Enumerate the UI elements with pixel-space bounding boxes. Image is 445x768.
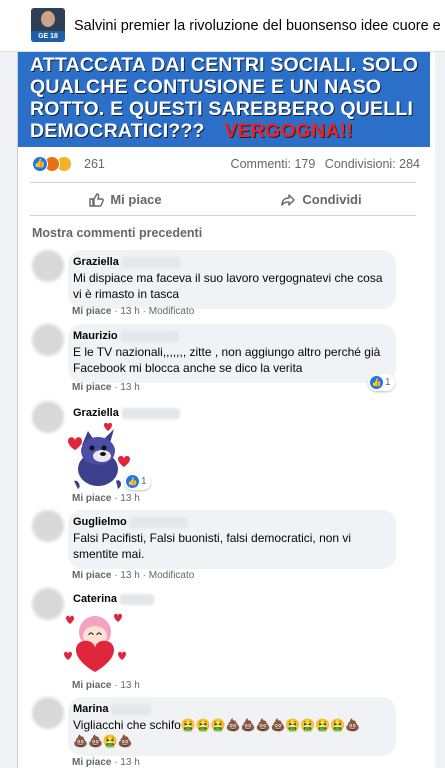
show-previous-comments-link[interactable]: Mostra commenti precedenti (32, 226, 202, 240)
commenter-avatar[interactable] (32, 324, 64, 356)
reaction-count[interactable]: 261 (84, 157, 105, 171)
comment-bubble: Maurizio E le TV nazionali,,,,,,, zitte … (68, 324, 396, 383)
like-icon: 👍 (32, 156, 48, 172)
comment-like-link[interactable]: Mi piace (72, 493, 111, 504)
like-icon: 👍 (370, 376, 383, 389)
meta-sep: · (114, 570, 118, 581)
meta-sep: · (114, 493, 118, 504)
avatar-face (41, 11, 55, 27)
commenter-name-row: Marina (73, 703, 386, 715)
commenter-name[interactable]: Graziella (73, 407, 119, 419)
commenter-name-row: Graziella (73, 407, 180, 419)
comment-like-badge[interactable]: 👍 1 (368, 374, 395, 391)
commenter-name[interactable]: Maurizio (73, 330, 118, 342)
share-arrow-icon (281, 193, 296, 206)
commenter-avatar[interactable] (32, 250, 64, 282)
comment-text-line-2: 💩💩🤮💩 (73, 734, 133, 748)
blurred-surname (120, 593, 155, 605)
banner-line-4: DEMOCRATICI??? VERGOGNA!! (30, 120, 420, 142)
comment-like-link[interactable]: Mi piace (72, 306, 111, 317)
comment-time[interactable]: 13 h (120, 570, 139, 581)
comments-count[interactable]: Commenti: 179 (231, 157, 316, 171)
commenter-name-row: Maurizio (73, 330, 386, 342)
post-image-banner[interactable]: ATTACCATA DAI CENTRI SOCIALI. SOLO QUALC… (18, 52, 430, 147)
banner-line-4-prefix: DEMOCRATICI??? (30, 120, 205, 142)
comment-like-badge[interactable]: 👍 1 (124, 473, 151, 490)
comment-like-link[interactable]: Mi piace (72, 570, 111, 581)
thumbs-up-icon (89, 192, 105, 207)
comment-time[interactable]: 13 h (120, 493, 139, 504)
comment-meta: Mi piace · 13 h (72, 493, 140, 504)
shares-count[interactable]: Condivisioni: 284 (325, 157, 420, 171)
blurred-surname (121, 256, 180, 268)
meta-sep: · (114, 382, 118, 393)
post-header: GE 18 Salvini premier la rivoluzione del… (0, 0, 445, 52)
comment-meta: Mi piace · 13 h (72, 680, 140, 691)
like-button[interactable]: Mi piace (30, 183, 220, 216)
like-count: 1 (141, 476, 147, 487)
meta-sep: · (114, 680, 118, 691)
wolf-heart-sticker (68, 423, 130, 489)
comment-like-link[interactable]: Mi piace (72, 680, 111, 691)
comment-time[interactable]: 13 h (120, 757, 139, 768)
commenter-name-row: Guglielmo (73, 516, 386, 528)
comment-time[interactable]: 13 h (120, 680, 139, 691)
commenter-avatar[interactable] (32, 401, 64, 433)
comment-meta: Mi piace · 13 h · Modificato (72, 306, 194, 317)
comment-like-link[interactable]: Mi piace (72, 382, 111, 393)
commenter-name[interactable]: Guglielmo (73, 516, 127, 528)
comment-time[interactable]: 13 h (120, 306, 139, 317)
commenter-name[interactable]: Caterina (73, 593, 117, 605)
commenter-name[interactable]: Graziella (73, 256, 119, 268)
meta-sep: · (114, 306, 118, 317)
comment-edited: Modificato (148, 306, 195, 317)
comment-like-link[interactable]: Mi piace (72, 757, 111, 768)
page-title[interactable]: Salvini premier la rivoluzione del buons… (74, 18, 445, 34)
like-icon: 👍 (126, 475, 139, 488)
comment-edited: Modificato (148, 570, 195, 581)
commenter-name-row: Caterina (73, 593, 155, 605)
meta-sep: · (142, 306, 146, 317)
comment-text: Mi dispiace ma faceva il suo lavoro verg… (73, 271, 383, 301)
comment-text: Falsi Pacifisti, Falsi buonisti, falsi d… (73, 531, 352, 561)
comment-meta: Mi piace · 13 h (72, 757, 140, 768)
blurred-surname (129, 516, 188, 528)
comment-time[interactable]: 13 h (120, 382, 139, 393)
commenter-avatar[interactable] (32, 697, 64, 729)
post-stats: 👍 261 Commenti: 179 Condivisioni: 284 (18, 150, 430, 178)
page-avatar[interactable]: GE 18 (31, 8, 65, 42)
comment-share-counts: Commenti: 179 Condivisioni: 284 (225, 157, 420, 171)
share-label: Condividi (302, 192, 362, 207)
banner-line-2: QUALCHE CONTUSIONE E UN NASO (30, 76, 382, 98)
blurred-surname (120, 330, 179, 342)
avatar-badge: GE 18 (31, 31, 65, 42)
comment-meta: Mi piace · 13 h · Modificato (72, 570, 194, 581)
share-button[interactable]: Condividi (226, 183, 416, 216)
commenter-name[interactable]: Marina (73, 703, 108, 715)
girl-heart-sticker (64, 613, 126, 672)
blurred-surname (121, 407, 180, 419)
post-actions: Mi piace Condividi (30, 182, 416, 216)
banner-shame-text: VERGOGNA!! (224, 120, 354, 142)
blurred-surname (111, 703, 152, 715)
comment-bubble: Guglielmo Falsi Pacifisti, Falsi buonist… (68, 510, 396, 569)
like-label: Mi piace (110, 192, 162, 207)
banner-line-1: ATTACCATA DAI CENTRI SOCIALI. SOLO (30, 54, 419, 76)
meta-sep: · (114, 757, 118, 768)
commenter-name-row: Graziella (73, 256, 386, 268)
comment-bubble: Graziella Mi dispiace ma faceva il suo l… (68, 250, 396, 309)
commenter-avatar[interactable] (32, 588, 64, 620)
comment-bubble: Marina Vigliacchi che schifo🤮🤮🤮💩💩💩💩🤮🤮🤮🤮💩… (68, 697, 396, 756)
comment-meta: Mi piace · 13 h (72, 382, 140, 393)
commenter-avatar[interactable] (32, 510, 64, 542)
comment-text-line-1: Vigliacchi che schifo🤮🤮🤮💩💩💩💩🤮🤮🤮🤮💩 (73, 718, 361, 732)
banner-line-3: ROTTO. E QUESTI SAREBBERO QUELLI (30, 98, 414, 120)
comment-text: E le TV nazionali,,,,,,, zitte , non agg… (73, 345, 381, 375)
like-count: 1 (385, 377, 391, 388)
meta-sep: · (142, 570, 146, 581)
